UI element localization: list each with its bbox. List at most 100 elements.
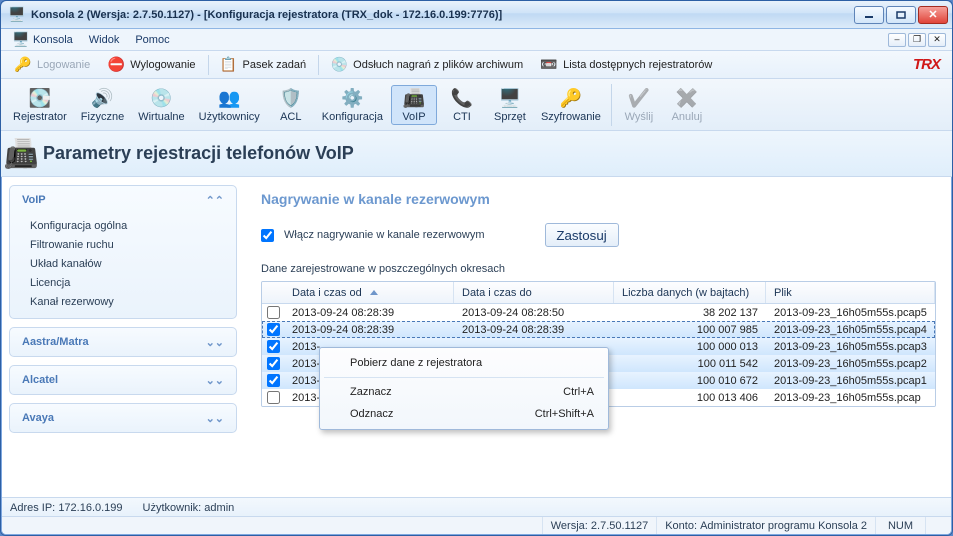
apply-button[interactable]: Zastosuj — [545, 223, 619, 247]
sidebar: VoIP⌃⌃ Konfiguracja ogólna Filtrowanie ru… — [9, 185, 237, 497]
row-checkbox-cell — [262, 323, 284, 336]
sidebar-item[interactable]: Filtrowanie ruchu — [30, 239, 226, 251]
ctx-deselect-all[interactable]: OdznaczCtrl+Shift+A — [320, 403, 608, 425]
tb2-acl[interactable]: 🛡️ACL — [268, 85, 314, 125]
tb2-label: Wyślij — [625, 111, 654, 123]
row-checkbox[interactable] — [267, 306, 280, 319]
row-checkbox[interactable] — [267, 374, 280, 387]
tb1-label: Lista dostępnych rejestratorów — [563, 59, 712, 71]
row-checkbox[interactable] — [267, 323, 280, 336]
cell-bytes: 100 007 985 — [614, 324, 766, 336]
row-checkbox-cell — [262, 391, 284, 404]
tb2-wirtualne[interactable]: 💿Wirtualne — [132, 85, 190, 125]
sidebar-item[interactable]: Układ kanałów — [30, 258, 226, 270]
ctx-shortcut: Ctrl+A — [563, 386, 594, 398]
tb2-szyfrowanie[interactable]: 🔑Szyfrowanie — [535, 85, 607, 125]
tb2-label: Anuluj — [672, 111, 703, 123]
cell-from: 2013-09-24 08:28:39 — [284, 307, 454, 319]
tb2-label: VoIP — [402, 111, 425, 123]
context-menu: Pobierz dane z rejestratora ZaznaczCtrl+… — [319, 347, 609, 430]
toolbar-primary: 🔑Logowanie ⛔Wylogowanie 📋Pasek zadań 💿Od… — [1, 51, 952, 79]
tb2-rejestrator[interactable]: 💽Rejestrator — [7, 85, 73, 125]
tb2-voip[interactable]: 📠VoIP — [391, 85, 437, 125]
menu-konsola[interactable]: 🖥️Konsola — [7, 30, 79, 50]
tb2-sprzet[interactable]: 🖥️Sprzęt — [487, 85, 533, 125]
mdi-minimize[interactable]: – — [888, 33, 906, 47]
page-title: Parametry rejestracji telefonów VoIP — [43, 143, 354, 164]
recorder-list-button[interactable]: 📼 Lista dostępnych rejestratorów — [533, 55, 720, 75]
sidebar-head-aastra[interactable]: Aastra/Matra⌄⌄ — [10, 328, 236, 356]
cell-file: 2013-09-23_16h05m55s.pcap4 — [766, 324, 935, 336]
sprzet-icon: 🖥️ — [498, 87, 522, 111]
sidebar-item[interactable]: Licencja — [30, 277, 226, 289]
th-bytes[interactable]: Liczba danych (w bajtach) — [614, 282, 766, 303]
mdi-close[interactable]: ✕ — [928, 33, 946, 47]
sidebar-head-voip[interactable]: VoIP⌃⌃ — [10, 186, 236, 214]
sidebar-item[interactable]: Kanał rezerwowy — [30, 296, 226, 308]
tb2-anuluj[interactable]: ✖️Anuluj — [664, 85, 710, 125]
cell-to: 2013-09-24 08:28:50 — [454, 307, 614, 319]
sidebar-head-avaya[interactable]: Avaya⌄⌄ — [10, 404, 236, 432]
section-title: Nagrywanie w kanale rezerwowym — [261, 191, 936, 207]
th-file[interactable]: Plik — [766, 282, 935, 303]
cell-file: 2013-09-23_16h05m55s.pcap2 — [766, 358, 935, 370]
tb2-cti[interactable]: 📞CTI — [439, 85, 485, 125]
tb2-label: Rejestrator — [13, 111, 67, 123]
table-row[interactable]: 2013-09-24 08:28:392013-09-24 08:28:3910… — [262, 321, 935, 338]
statusbar-upper: Adres IP: 172.16.0.199 Użytkownik: admin — [2, 497, 951, 517]
sidebar-head-alcatel[interactable]: Alcatel⌄⌄ — [10, 366, 236, 394]
row-checkbox[interactable] — [267, 340, 280, 353]
tb2-konfiguracja[interactable]: ⚙️Konfiguracja — [316, 85, 389, 125]
row-checkbox[interactable] — [267, 357, 280, 370]
row-checkbox-cell — [262, 374, 284, 387]
cell-bytes: 100 011 542 — [614, 358, 766, 370]
close-button[interactable]: ✕ — [918, 6, 948, 24]
archive-playback-button[interactable]: 💿Odsłuch nagrań z plików archiwum — [323, 55, 531, 75]
tb2-wyslij[interactable]: ✔️Wyślij — [616, 85, 662, 125]
status-ip: Adres IP: 172.16.0.199 — [10, 502, 123, 514]
tb2-label: Użytkownicy — [199, 111, 260, 123]
table-row[interactable]: 2013-09-24 08:28:392013-09-24 08:28:5038… — [262, 304, 935, 321]
ctx-select-all[interactable]: ZaznaczCtrl+A — [320, 381, 608, 403]
szyfrowanie-icon: 🔑 — [559, 87, 583, 111]
table-header: Data i czas od Data i czas do Liczba dan… — [262, 282, 935, 304]
content-panel: Nagrywanie w kanale rezerwowym Włącz nag… — [247, 177, 944, 497]
voip-page-icon: 📠 — [13, 146, 29, 162]
th-from[interactable]: Data i czas od — [284, 282, 454, 303]
recorder-icon: 📼 — [541, 57, 557, 73]
sidebar-group-avaya: Avaya⌄⌄ — [9, 403, 237, 433]
chevron-down-icon: ⌄⌄ — [206, 374, 224, 387]
cell-bytes: 100 010 672 — [614, 375, 766, 387]
window-title: Konsola 2 (Wersja: 2.7.50.1127) - [Konfi… — [31, 9, 848, 21]
maximize-button[interactable] — [886, 6, 916, 24]
logout-button[interactable]: ⛔Wylogowanie — [100, 55, 203, 75]
fizyczne-icon: 🔊 — [91, 87, 115, 111]
row-checkbox[interactable] — [267, 391, 280, 404]
taskbar-button[interactable]: 📋Pasek zadań — [213, 55, 315, 75]
mdi-buttons: – ❐ ✕ — [888, 33, 946, 47]
menubar: 🖥️Konsola Widok Pomoc – ❐ ✕ — [1, 29, 952, 51]
status-account: Konto: Administrator programu Konsola 2 — [656, 517, 875, 534]
menu-widok[interactable]: Widok — [83, 32, 126, 48]
menu-label: Pomoc — [135, 34, 169, 46]
cell-file: 2013-09-23_16h05m55s.pcap5 — [766, 307, 935, 319]
row-checkbox-cell — [262, 306, 284, 319]
sidebar-item[interactable]: Konfiguracja ogólna — [30, 220, 226, 232]
tb2-fizyczne[interactable]: 🔊Fizyczne — [75, 85, 130, 125]
wirtualne-icon: 💿 — [149, 87, 173, 111]
minimize-button[interactable] — [854, 6, 884, 24]
ctx-download[interactable]: Pobierz dane z rejestratora — [320, 352, 608, 374]
status-user: Użytkownik: admin — [143, 502, 235, 514]
menu-pomoc[interactable]: Pomoc — [129, 32, 175, 48]
brand-logo: TRX — [913, 56, 946, 73]
cell-file: 2013-09-23_16h05m55s.pcap1 — [766, 375, 935, 387]
th-check[interactable] — [262, 282, 284, 303]
login-button[interactable]: 🔑Logowanie — [7, 55, 98, 75]
enable-checkbox[interactable] — [261, 229, 274, 242]
mdi-restore[interactable]: ❐ — [908, 33, 926, 47]
th-to[interactable]: Data i czas do — [454, 282, 614, 303]
tb2-uzytkownicy[interactable]: 👥Użytkownicy — [193, 85, 266, 125]
cell-to: 2013-09-24 08:28:39 — [454, 324, 614, 336]
sidebar-body: Konfiguracja ogólna Filtrowanie ruchu Ukła… — [10, 214, 236, 318]
row-checkbox-cell — [262, 340, 284, 353]
